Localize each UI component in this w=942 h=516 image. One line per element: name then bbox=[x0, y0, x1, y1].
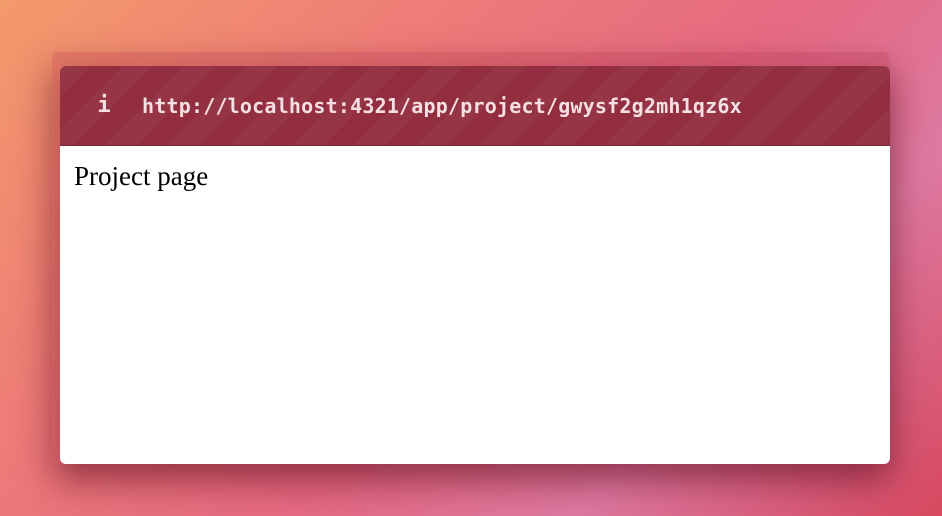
address-bar[interactable]: i http://localhost:4321/app/project/gwys… bbox=[60, 66, 890, 146]
browser-window: i http://localhost:4321/app/project/gwys… bbox=[60, 66, 890, 464]
info-icon[interactable]: i bbox=[94, 94, 114, 117]
url-text[interactable]: http://localhost:4321/app/project/gwysf2… bbox=[142, 94, 742, 118]
page-body-text: Project page bbox=[74, 161, 209, 191]
page-content: Project page bbox=[60, 146, 890, 208]
